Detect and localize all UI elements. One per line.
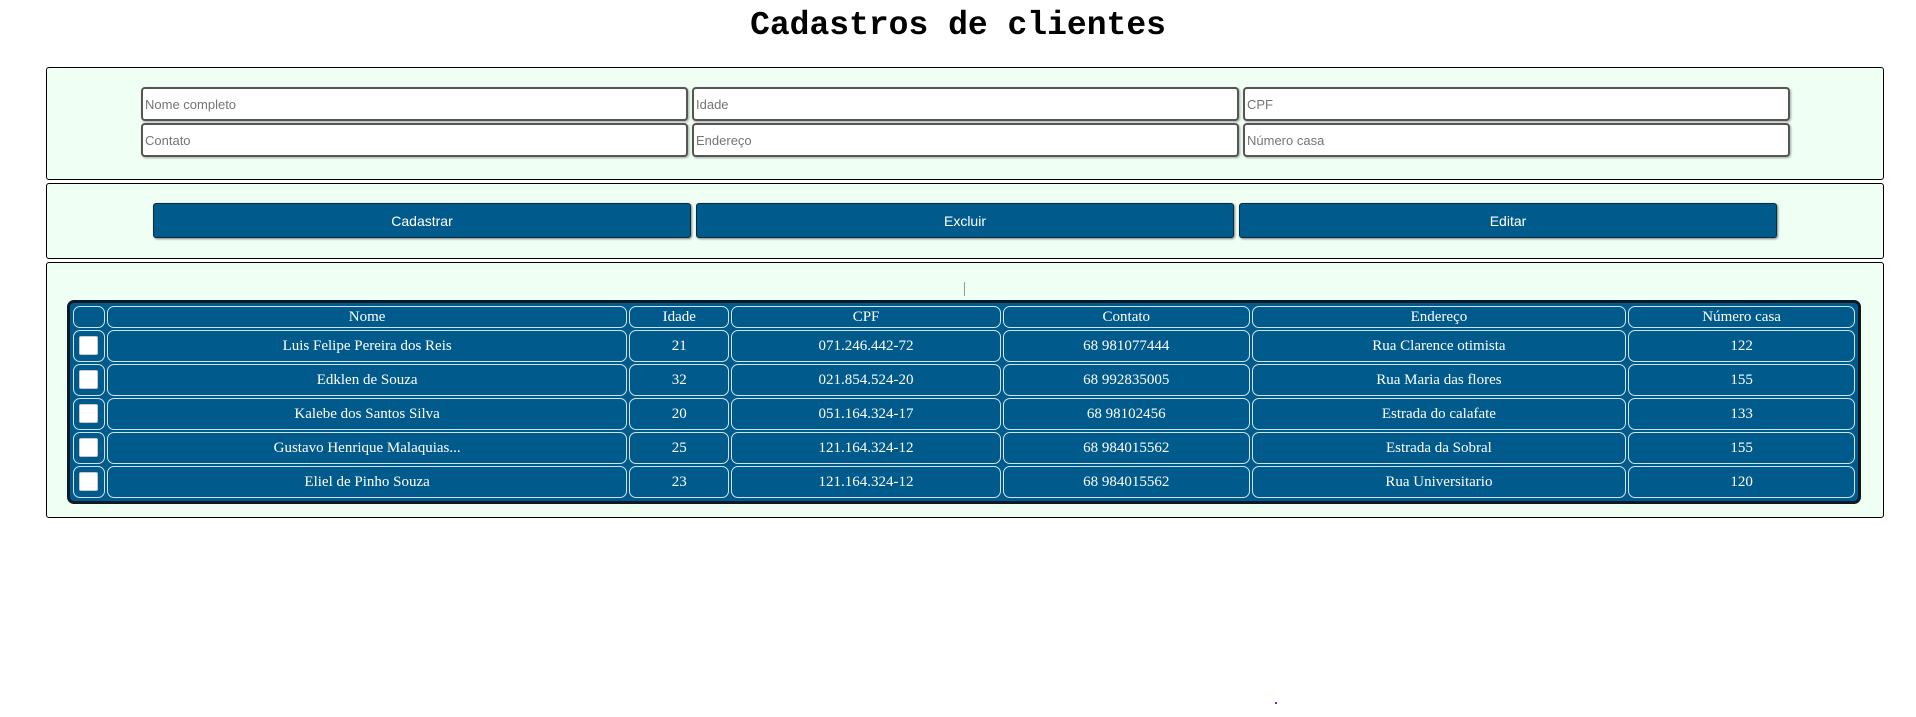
cell-idade: 25: [629, 432, 730, 464]
cell-endereco: Rua Universitario: [1251, 466, 1627, 498]
nome-completo-input[interactable]: [141, 87, 688, 121]
row-select-cell: [73, 398, 105, 430]
cell-cpf: 121.164.324-12: [731, 432, 1001, 464]
cell-numero-casa: 120: [1628, 466, 1855, 498]
divider-tick: [964, 282, 965, 296]
excluir-button[interactable]: Excluir: [696, 203, 1234, 238]
endereco-input[interactable]: [692, 123, 1239, 157]
cell-idade: 20: [629, 398, 730, 430]
row-select-cell: [73, 432, 105, 464]
cell-idade: 32: [629, 364, 730, 396]
header-endereco: Endereço: [1251, 306, 1627, 328]
page-title: Cadastros de clientes: [750, 7, 1166, 44]
stray-dot: [1275, 702, 1277, 704]
cell-cpf: 021.854.524-20: [731, 364, 1001, 396]
table-row: Eliel de Pinho Souza 23 121.164.324-12 6…: [73, 466, 1855, 498]
cell-idade: 23: [629, 466, 730, 498]
editar-button[interactable]: Editar: [1239, 203, 1777, 238]
row-checkbox[interactable]: [79, 335, 99, 355]
cell-nome: Gustavo Henrique Malaquias...: [106, 432, 628, 464]
row-select-cell: [73, 330, 105, 362]
cpf-input[interactable]: [1243, 87, 1790, 121]
cell-contato: 68 981077444: [1002, 330, 1250, 362]
row-checkbox[interactable]: [79, 369, 99, 389]
cell-numero-casa: 122: [1628, 330, 1855, 362]
cell-contato: 68 992835005: [1002, 364, 1250, 396]
table-row: Kalebe dos Santos Silva 20 051.164.324-1…: [73, 398, 1855, 430]
cell-endereco: Rua Maria das flores: [1251, 364, 1627, 396]
cell-endereco: Rua Clarence otimista: [1251, 330, 1627, 362]
row-checkbox[interactable]: [79, 403, 99, 423]
cell-numero-casa: 155: [1628, 364, 1855, 396]
cell-endereco: Estrada da Sobral: [1251, 432, 1627, 464]
actions-panel: Cadastrar Excluir Editar: [46, 183, 1884, 259]
cell-nome: Kalebe dos Santos Silva: [106, 398, 628, 430]
clients-table: Nome Idade CPF Contato Endereço Número c…: [71, 304, 1857, 500]
cell-cpf: 051.164.324-17: [731, 398, 1001, 430]
row-checkbox[interactable]: [79, 471, 99, 491]
input-grid: [141, 87, 1790, 157]
cell-cpf: 121.164.324-12: [731, 466, 1001, 498]
table-row: Gustavo Henrique Malaquias... 25 121.164…: [73, 432, 1855, 464]
cell-numero-casa: 155: [1628, 432, 1855, 464]
table-panel: Nome Idade CPF Contato Endereço Número c…: [46, 262, 1884, 518]
header-cpf: CPF: [731, 306, 1001, 328]
header-numero-casa: Número casa: [1628, 306, 1855, 328]
cell-nome: Edklen de Souza: [106, 364, 628, 396]
table-row: Edklen de Souza 32 021.854.524-20 68 992…: [73, 364, 1855, 396]
table-header-row: Nome Idade CPF Contato Endereço Número c…: [73, 306, 1855, 328]
form-panel: [46, 67, 1884, 180]
cell-numero-casa: 133: [1628, 398, 1855, 430]
table-row: Luis Felipe Pereira dos Reis 21 071.246.…: [73, 330, 1855, 362]
row-select-cell: [73, 466, 105, 498]
cadastrar-button[interactable]: Cadastrar: [153, 203, 691, 238]
header-contato: Contato: [1002, 306, 1250, 328]
cell-nome: Luis Felipe Pereira dos Reis: [106, 330, 628, 362]
cell-contato: 68 984015562: [1002, 466, 1250, 498]
page: Cadastros de clientes Cadastrar Excluir …: [0, 0, 1916, 717]
cell-idade: 21: [629, 330, 730, 362]
row-checkbox[interactable]: [79, 437, 99, 457]
cell-nome: Eliel de Pinho Souza: [106, 466, 628, 498]
header-nome: Nome: [106, 306, 628, 328]
clients-table-container: Nome Idade CPF Contato Endereço Número c…: [67, 300, 1861, 504]
cell-contato: 68 984015562: [1002, 432, 1250, 464]
row-select-cell: [73, 364, 105, 396]
header-select: [73, 306, 105, 328]
cell-cpf: 071.246.442-72: [731, 330, 1001, 362]
contato-input[interactable]: [141, 123, 688, 157]
cell-endereco: Estrada do calafate: [1251, 398, 1627, 430]
header-idade: Idade: [629, 306, 730, 328]
idade-input[interactable]: [692, 87, 1239, 121]
button-row: Cadastrar Excluir Editar: [153, 203, 1777, 238]
cell-contato: 68 98102456: [1002, 398, 1250, 430]
numero-casa-input[interactable]: [1243, 123, 1790, 157]
